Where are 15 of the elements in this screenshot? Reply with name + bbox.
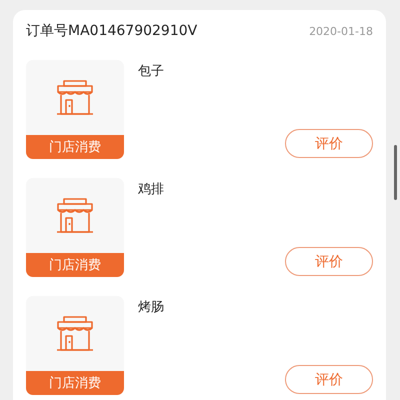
store-tag: 门店消费 (26, 253, 124, 277)
store-tag: 门店消费 (26, 135, 124, 159)
product-name: 鸡排 (138, 181, 164, 198)
review-button[interactable]: 评价 (285, 247, 373, 276)
scrollbar[interactable] (394, 145, 397, 200)
product-name: 烤肠 (138, 299, 164, 316)
store-tag: 门店消费 (26, 371, 124, 395)
review-button[interactable]: 评价 (285, 365, 373, 394)
shop-icon (55, 316, 95, 352)
order-date: 2020-01-18 (309, 24, 373, 38)
shop-icon (55, 198, 95, 234)
product-name: 包子 (138, 63, 164, 80)
shop-icon (55, 80, 95, 116)
order-number: 订单号MA01467902910V (26, 22, 198, 40)
review-button[interactable]: 评价 (285, 129, 373, 158)
